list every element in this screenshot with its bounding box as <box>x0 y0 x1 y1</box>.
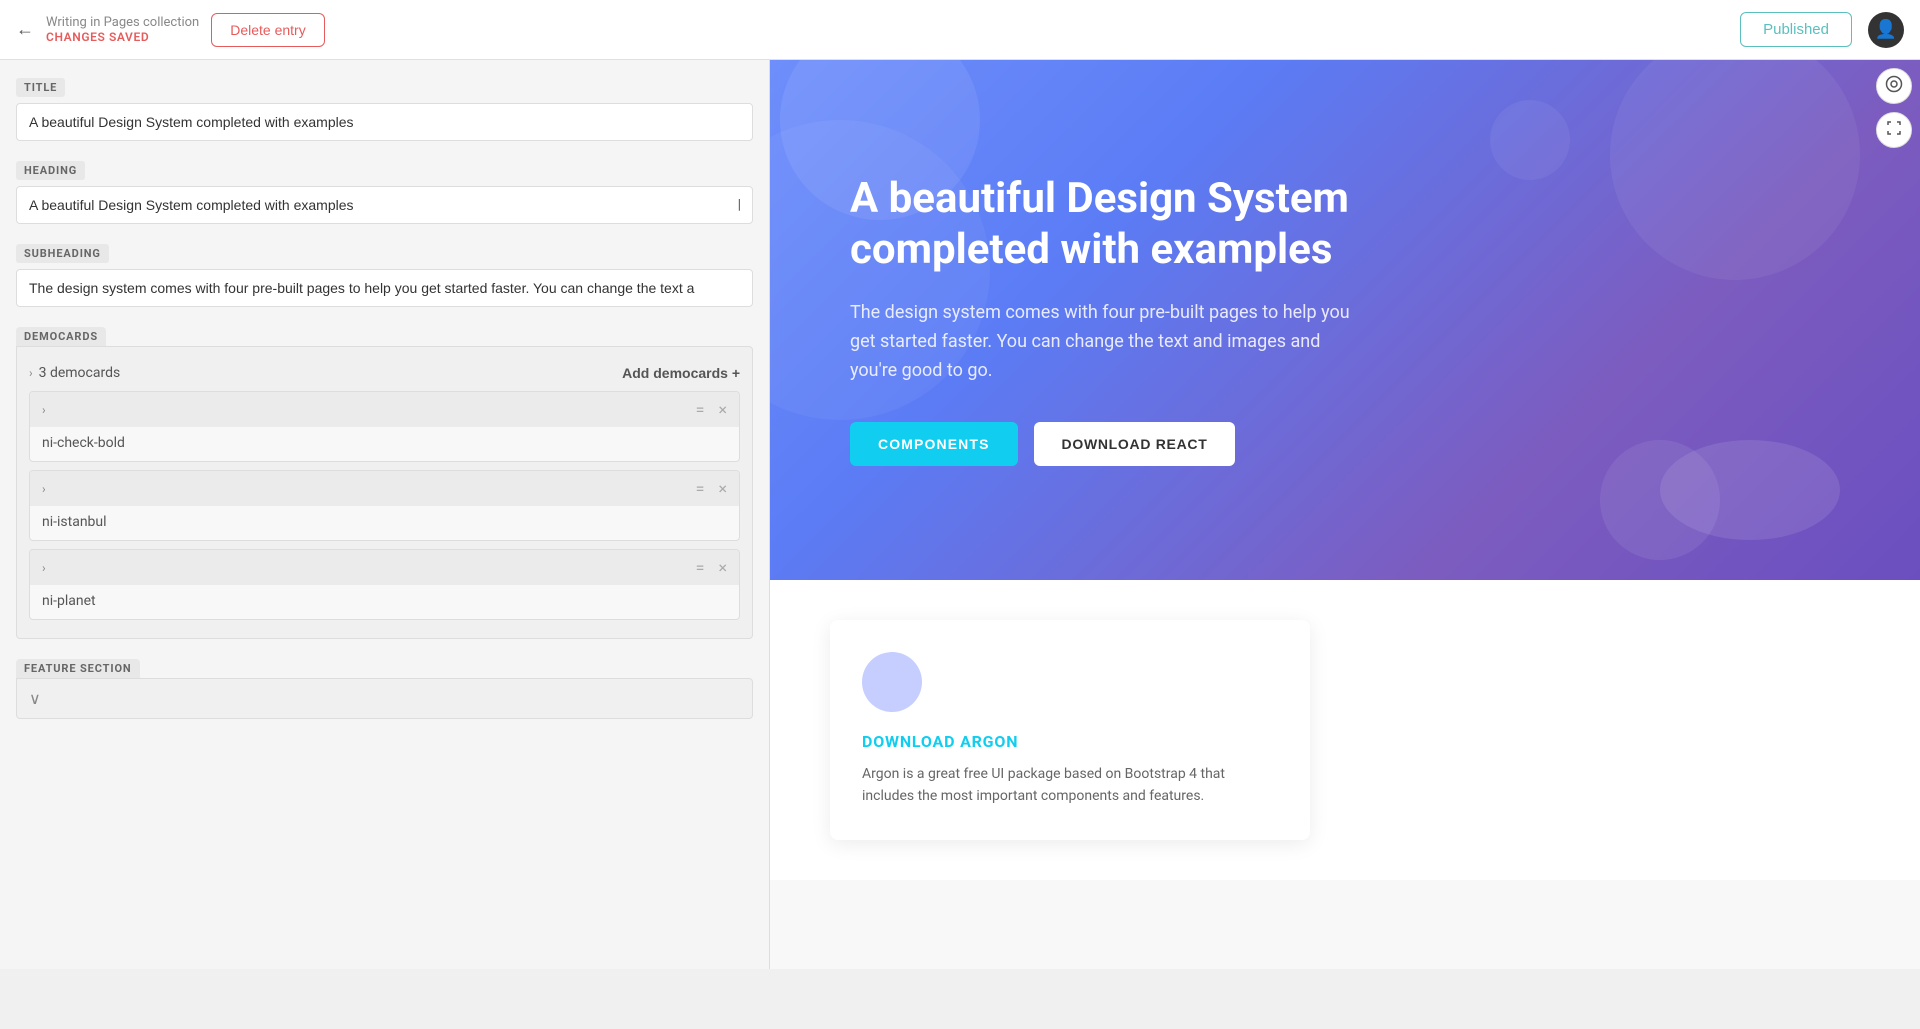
hero-circle-5 <box>1600 440 1720 560</box>
avatar[interactable]: 👤 <box>1868 12 1904 48</box>
heading-section: HEADING | <box>16 159 753 224</box>
collection-name: Writing in Pages collection <box>46 15 199 30</box>
hero-circle-4 <box>1660 440 1840 540</box>
heading-label: HEADING <box>16 161 85 180</box>
hero-title: A beautiful Design System completed with… <box>850 174 1370 275</box>
title-section: TITLE <box>16 76 753 141</box>
democard-close-icon[interactable]: × <box>718 558 727 577</box>
card-section: DOWNLOAD ARGON Argon is a great free UI … <box>770 580 1920 880</box>
components-button[interactable]: COMPONENTS <box>850 422 1018 466</box>
topbar-right: Published 👤 <box>1740 12 1904 48</box>
preview-container: A beautiful Design System completed with… <box>770 60 1920 880</box>
democard-close-icon[interactable]: × <box>718 400 727 419</box>
democard-item-header: › = × <box>30 392 739 427</box>
democard-right-controls: = × <box>696 558 727 577</box>
hero-buttons: COMPONENTS DOWNLOAD REACT <box>850 422 1370 466</box>
feature-chevron-icon[interactable]: ∨ <box>29 689 41 708</box>
heading-input[interactable] <box>16 186 753 224</box>
left-panel: TITLE HEADING | SUBHEADING DEMOCARDS <box>0 60 770 969</box>
democard-name: ni-check-bold <box>30 427 739 461</box>
democard-chevron-icon[interactable]: › <box>42 403 46 417</box>
democard-drag-icon[interactable]: = <box>696 558 707 577</box>
democard-controls: › <box>42 482 46 496</box>
democard-chevron-icon[interactable]: › <box>42 482 46 496</box>
delete-entry-button[interactable]: Delete entry <box>211 13 324 47</box>
democards-section: DEMOCARDS › 3 democards Add democards + <box>16 325 753 639</box>
back-button[interactable]: ← <box>16 19 34 40</box>
democard-item: › = × ni-planet <box>29 549 740 620</box>
title-input[interactable] <box>16 103 753 141</box>
topbar-left: ← Writing in Pages collection CHANGES SA… <box>16 13 325 47</box>
democard-right-controls: = × <box>696 479 727 498</box>
democard-item: › = × ni-check-bold <box>29 391 740 462</box>
card-icon <box>862 652 922 712</box>
democard-controls: › <box>42 561 46 575</box>
subheading-input[interactable] <box>16 269 753 307</box>
democard-item-header: › = × <box>30 471 739 506</box>
subheading-label: SUBHEADING <box>16 244 109 263</box>
breadcrumb: Writing in Pages collection CHANGES SAVE… <box>46 15 199 44</box>
democards-label: DEMOCARDS <box>16 327 106 346</box>
feature-section-label: FEATURE SECTION <box>16 659 140 678</box>
democard-controls: › <box>42 403 46 417</box>
democard-close-icon[interactable]: × <box>718 479 727 498</box>
published-button[interactable]: Published <box>1740 12 1852 47</box>
democard-name: ni-planet <box>30 585 739 619</box>
resize-button[interactable] <box>1876 112 1912 148</box>
right-controls <box>1876 68 1912 148</box>
feature-section-body: ∨ <box>16 678 753 719</box>
hero-subtitle: The design system comes with four pre-bu… <box>850 299 1370 385</box>
topbar: ← Writing in Pages collection CHANGES SA… <box>0 0 1920 60</box>
democard-name: ni-istanbul <box>30 506 739 540</box>
eye-button[interactable] <box>1876 68 1912 104</box>
card-text: Argon is a great free UI package based o… <box>862 763 1278 808</box>
card-item: DOWNLOAD ARGON Argon is a great free UI … <box>830 620 1310 840</box>
democard-chevron-icon[interactable]: › <box>42 561 46 575</box>
democard-item: › = × ni-istanbul <box>29 470 740 541</box>
democards-count[interactable]: › 3 democards <box>29 365 120 381</box>
chevron-right-icon: › <box>29 366 33 380</box>
download-react-button[interactable]: DOWNLOAD REACT <box>1034 422 1236 466</box>
democard-item-header: › = × <box>30 550 739 585</box>
main-layout: TITLE HEADING | SUBHEADING DEMOCARDS <box>0 60 1920 969</box>
democards-count-label: 3 democards <box>39 365 121 381</box>
democards-box: › 3 democards Add democards + › = <box>16 346 753 639</box>
democards-top: › 3 democards Add democards + <box>29 357 740 391</box>
democard-drag-icon[interactable]: = <box>696 400 707 419</box>
hero-section: A beautiful Design System completed with… <box>770 60 1920 580</box>
card-title: DOWNLOAD ARGON <box>862 732 1278 751</box>
title-label: TITLE <box>16 78 65 97</box>
resize-icon <box>1885 119 1903 142</box>
hero-circle-3 <box>1610 60 1860 280</box>
user-icon: 👤 <box>1875 19 1897 40</box>
subheading-section: SUBHEADING <box>16 242 753 307</box>
add-democards-button[interactable]: Add democards + <box>622 365 740 381</box>
eye-icon <box>1885 75 1903 98</box>
left-inner: TITLE HEADING | SUBHEADING DEMOCARDS <box>0 60 769 719</box>
feature-section: FEATURE SECTION ∨ <box>16 657 753 719</box>
hero-content: A beautiful Design System completed with… <box>850 174 1370 465</box>
changes-saved: CHANGES SAVED <box>46 30 199 44</box>
hero-circle-6 <box>1490 100 1570 180</box>
democard-drag-icon[interactable]: = <box>696 479 707 498</box>
right-panel: A beautiful Design System completed with… <box>770 60 1920 969</box>
democard-right-controls: = × <box>696 400 727 419</box>
